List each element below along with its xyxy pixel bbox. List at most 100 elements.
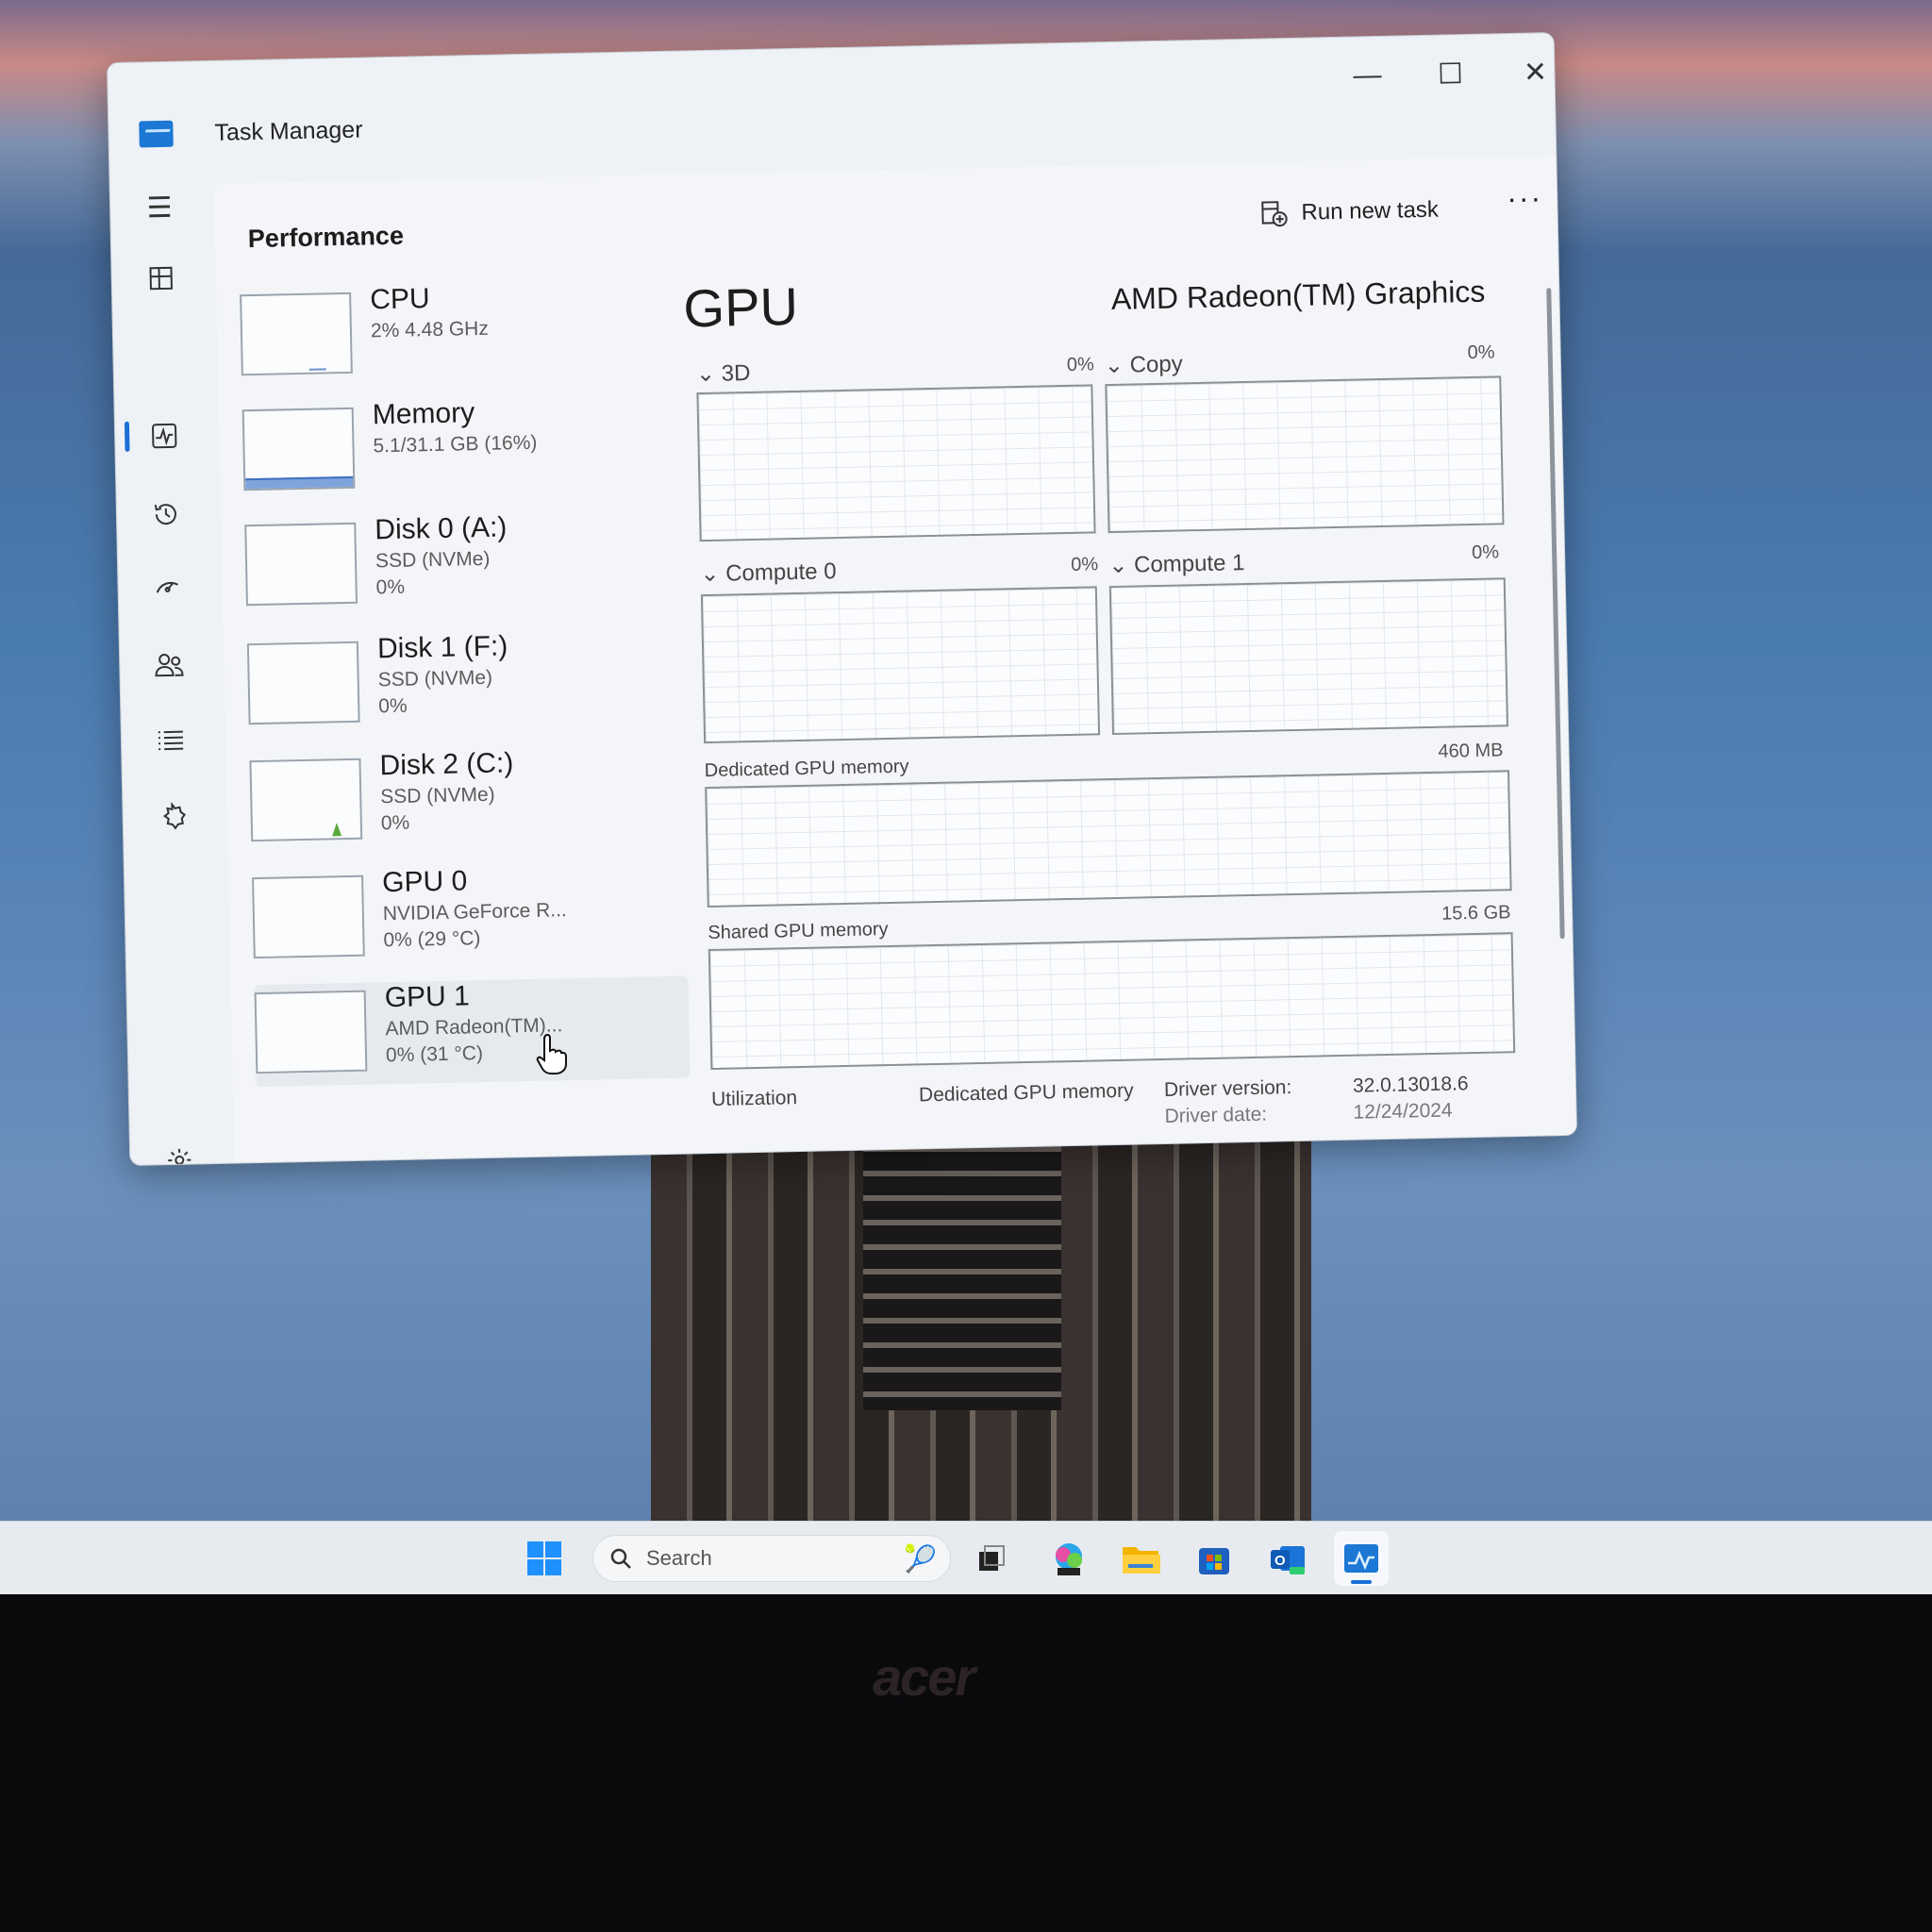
device-name: GPU 1 <box>384 980 471 1014</box>
taskbar-search[interactable]: Search 🎾 <box>592 1535 951 1582</box>
device-sub: SSD (NVMe) <box>380 783 495 808</box>
engine-value: 0% <box>1066 354 1094 375</box>
more-options-button[interactable]: ··· <box>1507 180 1543 216</box>
file-explorer-icon[interactable] <box>1113 1531 1168 1586</box>
services-icon[interactable] <box>149 792 195 839</box>
task-manager-icon[interactable] <box>1334 1531 1389 1586</box>
device-name: Disk 2 (C:) <box>379 747 514 782</box>
dedicated-memory-graph <box>705 770 1512 908</box>
hand-pointer-icon <box>536 1034 567 1074</box>
dedicated-memory-max: 460 MB <box>1438 740 1504 762</box>
store-icon[interactable] <box>1187 1531 1241 1586</box>
outlook-icon[interactable]: O <box>1260 1531 1315 1586</box>
engine-copy-selector[interactable]: ⌄ Copy <box>1105 350 1183 379</box>
device-sub: 2% 4.48 GHz <box>370 317 490 342</box>
engine-value: 0% <box>1471 541 1500 564</box>
stat-driver-date-label: Driver date: <box>1164 1103 1268 1127</box>
disk2-mini-graph <box>249 758 363 842</box>
shared-memory-graph <box>708 932 1516 1071</box>
detail-title: GPU <box>682 275 799 339</box>
disk0-mini-graph <box>244 522 358 607</box>
chevron-down-icon: ⌄ <box>695 360 723 388</box>
cpu-mini-graph <box>240 291 353 376</box>
startup-apps-icon[interactable] <box>144 566 191 612</box>
window-title: Task Manager <box>214 116 363 146</box>
engine-label: Compute 1 <box>1133 550 1245 578</box>
processes-icon[interactable] <box>138 256 184 302</box>
search-placeholder: Search <box>646 1546 712 1570</box>
chevron-down-icon: ⌄ <box>1104 352 1130 379</box>
device-name: Disk 1 (F:) <box>376 630 508 665</box>
device-list: CPU 2% 4.48 GHz Memory 5.1/31.1 GB (16%)… <box>240 277 701 1145</box>
device-item-disk0[interactable]: Disk 0 (A:) SSD (NVMe) 0% <box>244 508 680 620</box>
chevron-down-icon: ⌄ <box>700 560 726 588</box>
start-button[interactable] <box>517 1531 572 1586</box>
hamburger-icon[interactable]: ☰ <box>137 185 183 231</box>
app-history-icon[interactable] <box>142 491 189 537</box>
windows-logo-icon <box>527 1541 561 1575</box>
taskbar: Search 🎾 O <box>0 1521 1932 1594</box>
monitor-bezel <box>0 1594 1932 1932</box>
device-name: Memory <box>372 397 475 431</box>
device-name: Disk 0 (A:) <box>375 511 508 546</box>
device-item-cpu[interactable]: CPU 2% 4.48 GHz <box>240 278 675 390</box>
engine-label: Copy <box>1129 351 1183 378</box>
device-usage: 0% (29 °C) <box>383 927 481 952</box>
device-item-memory[interactable]: Memory 5.1/31.1 GB (16%) <box>242 393 677 505</box>
page-title: Performance <box>247 221 405 254</box>
engine-compute0-selector[interactable]: ⌄ Compute 0 <box>700 558 837 588</box>
chevron-down-icon: ⌄ <box>1108 552 1135 579</box>
disk1-mini-graph <box>246 641 360 725</box>
device-sub: SSD (NVMe) <box>375 547 491 573</box>
task-view-icon[interactable] <box>964 1531 1019 1586</box>
users-icon[interactable] <box>146 641 192 688</box>
settings-icon[interactable] <box>157 1137 203 1166</box>
wallpaper-dock-steps <box>863 1127 1061 1410</box>
stat-driver-date: 12/24/2024 <box>1353 1099 1453 1124</box>
engine-compute1-graph <box>1108 577 1508 736</box>
device-sub: SSD (NVMe) <box>377 666 493 691</box>
run-new-task-label: Run new task <box>1301 196 1440 225</box>
gpu-model-name: AMD Radeon(TM) Graphics <box>1110 274 1486 316</box>
engine-copy-graph <box>1105 375 1505 534</box>
dedicated-memory-label: Dedicated GPU memory <box>704 756 909 782</box>
svg-text:O: O <box>1274 1553 1286 1569</box>
cpu-spark <box>308 364 326 371</box>
device-name: GPU 0 <box>381 865 468 899</box>
device-item-gpu1[interactable]: GPU 1 AMD Radeon(TM)... 0% (31 °C) <box>254 975 691 1088</box>
device-item-disk2[interactable]: Disk 2 (C:) SSD (NVMe) 0% <box>249 744 685 856</box>
device-usage: 0% <box>380 811 410 835</box>
engine-label: 3D <box>721 359 751 387</box>
run-task-icon <box>1261 201 1288 227</box>
device-sub: 5.1/31.1 GB (16%) <box>373 431 538 458</box>
gpu0-mini-graph <box>252 874 365 959</box>
engine-compute1-selector[interactable]: ⌄ Compute 1 <box>1108 549 1245 579</box>
search-icon <box>610 1548 631 1569</box>
run-new-task-button[interactable]: Run new task <box>1259 187 1439 238</box>
m365-icon[interactable] <box>1041 1531 1096 1586</box>
stat-driver-version-label: Driver version: <box>1163 1076 1292 1101</box>
stat-utilization-label: Utilization <box>710 1087 798 1111</box>
device-item-disk1[interactable]: Disk 1 (F:) SSD (NVMe) 0% <box>246 627 683 739</box>
details-icon[interactable] <box>147 717 193 763</box>
shared-memory-max: 15.6 GB <box>1441 902 1511 924</box>
nav-active-indicator <box>124 421 130 452</box>
gpu1-mini-graph <box>254 990 368 1074</box>
engine-3d-selector[interactable]: ⌄ 3D <box>696 359 751 388</box>
stat-driver-version: 32.0.13018.6 <box>1352 1073 1469 1097</box>
task-manager-app-icon <box>139 120 174 148</box>
maximize-button[interactable]: ☐ <box>1417 48 1484 100</box>
engine-label: Compute 0 <box>724 558 837 587</box>
engine-value: 0% <box>1467 341 1495 364</box>
engine-3d-graph <box>696 384 1096 542</box>
task-manager-window: Task Manager — ☐ ✕ ☰ Performance Run new… <box>106 32 1578 1166</box>
engine-compute0-graph <box>700 586 1101 744</box>
engine-value: 0% <box>1071 554 1099 575</box>
device-usage: 0% <box>378 694 408 718</box>
performance-icon[interactable] <box>142 413 188 459</box>
stat-dedicated-label: Dedicated GPU memory <box>918 1079 1134 1107</box>
minimize-button[interactable]: — <box>1334 49 1401 101</box>
device-usage: 0% <box>375 575 406 599</box>
device-item-gpu0[interactable]: GPU 0 NVIDIA GeForce R... 0% (29 °C) <box>252 861 688 973</box>
performance-page: Performance Run new task ··· CPU 2% 4.48… <box>213 156 1578 1165</box>
